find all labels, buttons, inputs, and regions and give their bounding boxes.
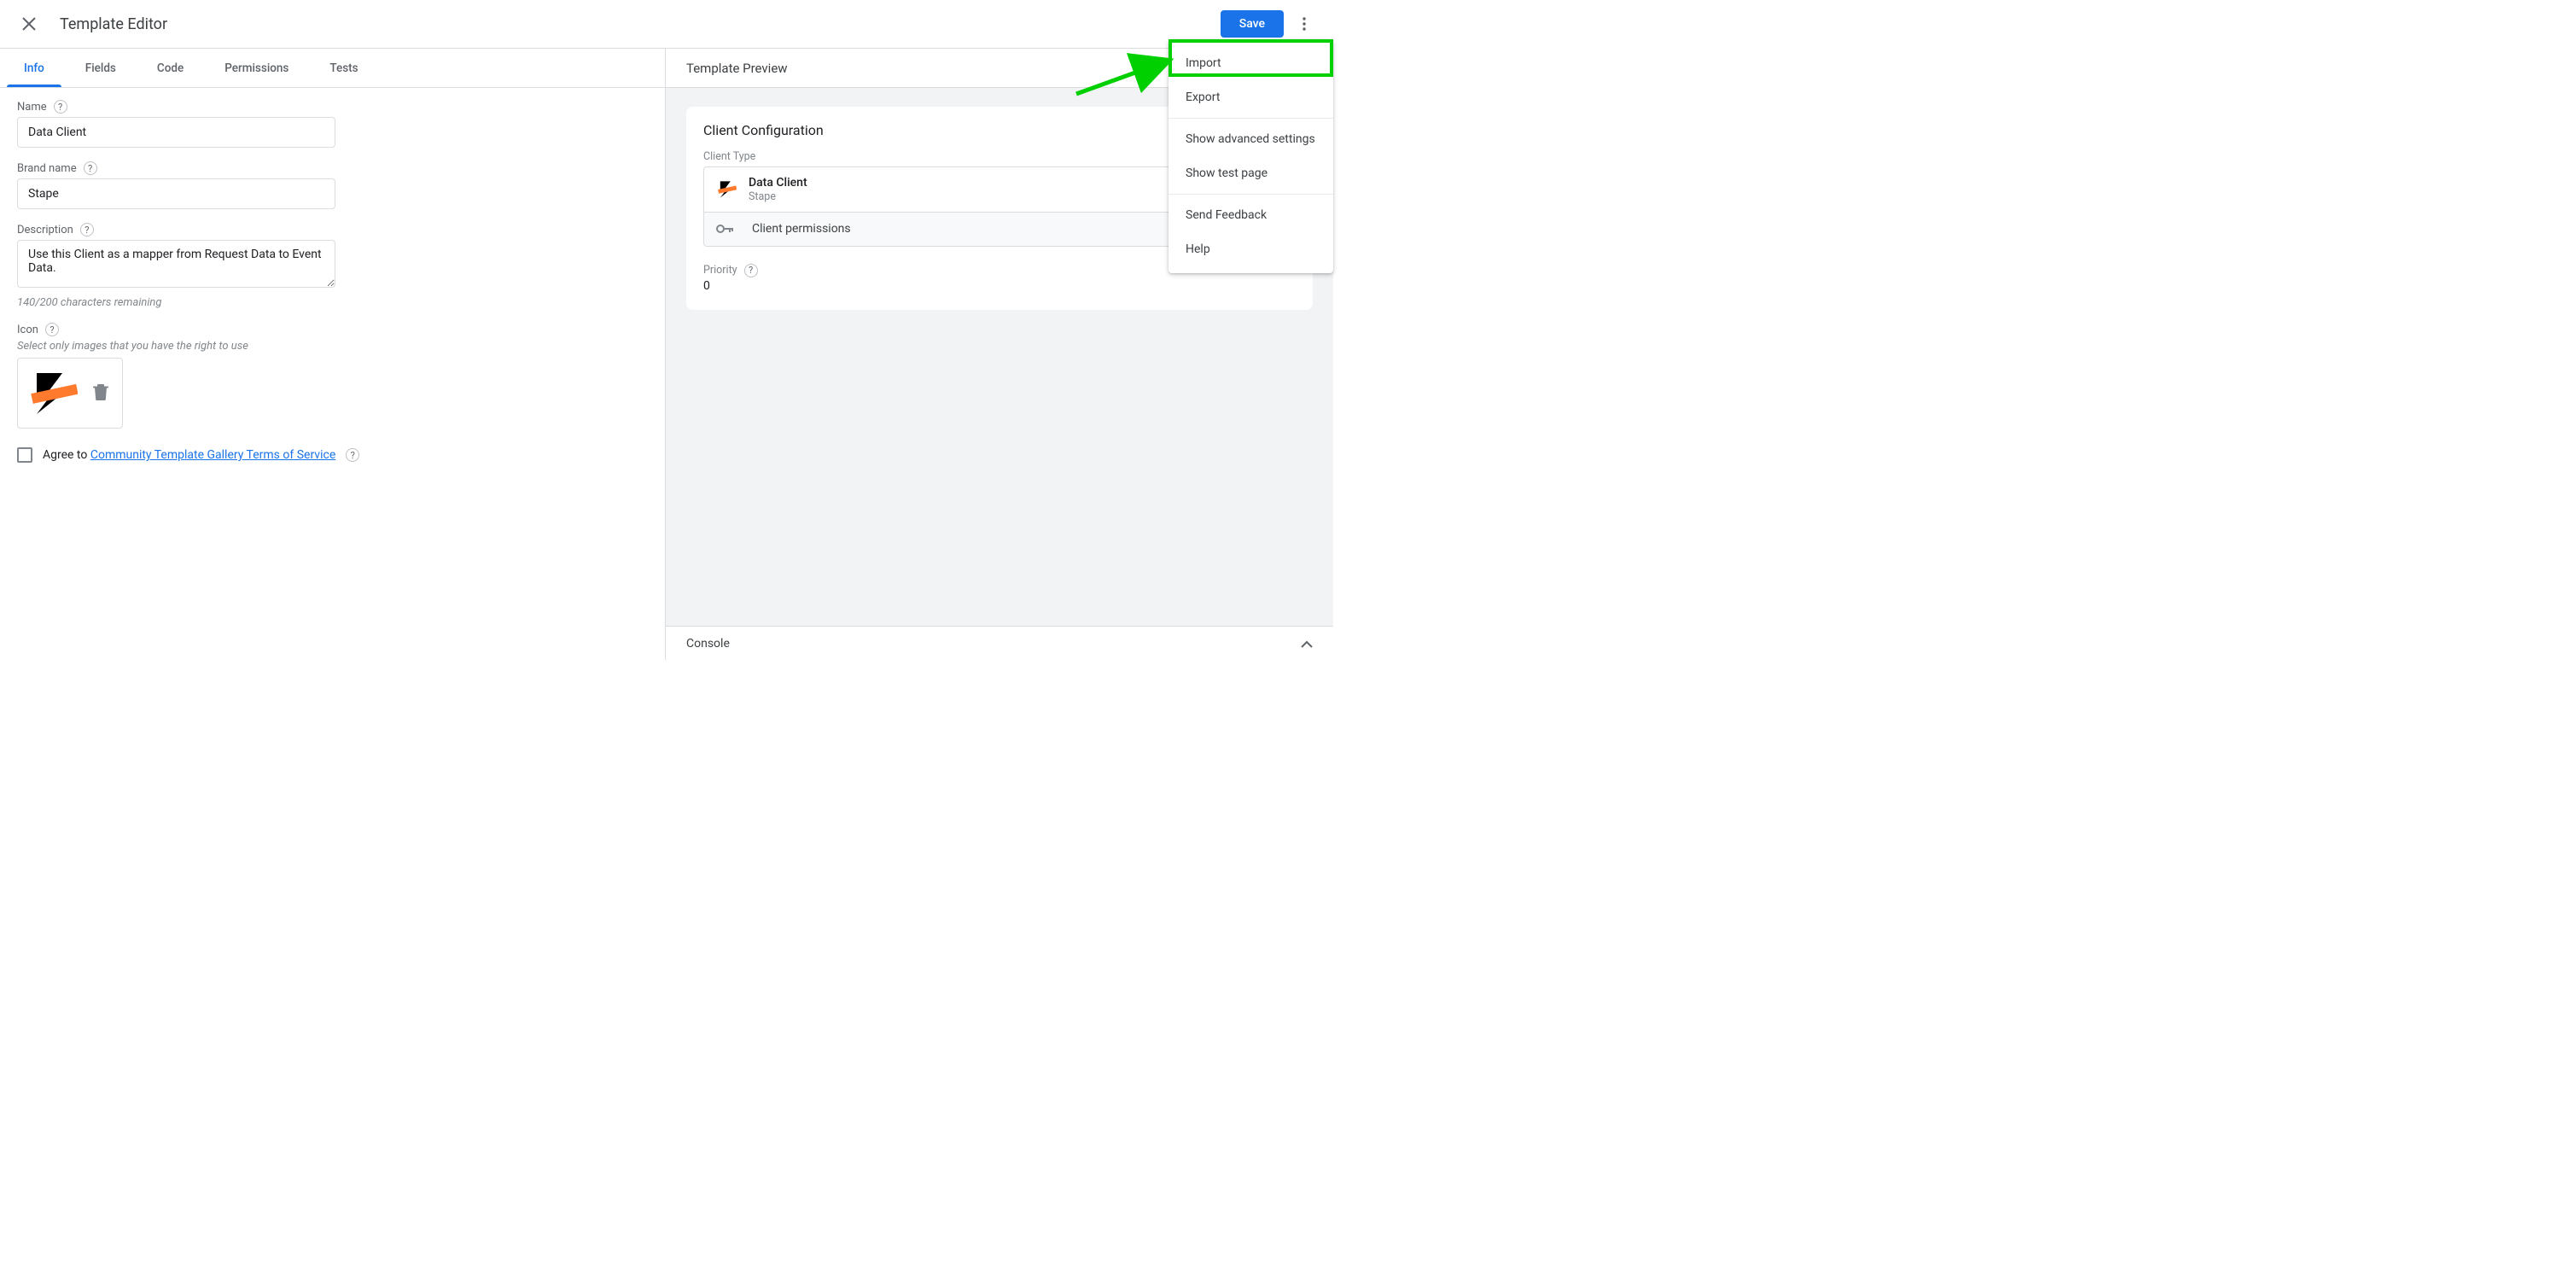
- client-brand: Stape: [749, 190, 807, 203]
- help-icon[interactable]: ?: [45, 323, 59, 336]
- icon-hint: Select only images that you have the rig…: [17, 340, 648, 353]
- char-counter: 140/200 characters remaining: [17, 296, 648, 309]
- menu-divider: [1169, 194, 1333, 195]
- more-icon[interactable]: [1291, 10, 1318, 38]
- menu-testpage[interactable]: Show test page: [1169, 156, 1333, 190]
- console-label: Console: [686, 637, 730, 651]
- help-icon[interactable]: ?: [744, 264, 758, 277]
- template-icon: [26, 368, 78, 419]
- menu-export[interactable]: Export: [1169, 80, 1333, 114]
- overflow-menu: Import Export Show advanced settings Sho…: [1169, 39, 1333, 273]
- description-label: Description: [17, 224, 73, 236]
- help-icon[interactable]: ?: [346, 448, 359, 462]
- help-icon[interactable]: ?: [54, 100, 67, 114]
- key-icon: [716, 221, 733, 237]
- preview-title: Template Preview: [686, 61, 788, 76]
- priority-label: Priority: [703, 264, 737, 277]
- icon-preview-box: [17, 358, 123, 429]
- trash-icon[interactable]: [93, 383, 108, 404]
- save-button[interactable]: Save: [1221, 10, 1284, 38]
- permissions-label: Client permissions: [752, 222, 851, 236]
- agree-checkbox[interactable]: [17, 447, 32, 463]
- tab-bar: Info Fields Code Permissions Tests: [0, 49, 665, 88]
- icon-label: Icon: [17, 324, 38, 336]
- tab-fields[interactable]: Fields: [65, 49, 137, 87]
- agree-text: Agree to Community Template Gallery Term…: [43, 448, 335, 462]
- description-input[interactable]: Use this Client as a mapper from Request…: [17, 240, 335, 288]
- tab-permissions[interactable]: Permissions: [204, 49, 309, 87]
- tab-tests[interactable]: Tests: [309, 49, 378, 87]
- brand-label: Brand name: [17, 162, 77, 175]
- page-title: Template Editor: [60, 15, 167, 33]
- help-icon[interactable]: ?: [84, 161, 97, 175]
- console-bar[interactable]: Console: [666, 626, 1333, 660]
- menu-import[interactable]: Import: [1169, 46, 1333, 80]
- header: Template Editor Save: [0, 0, 1333, 49]
- editor-panel: Info Fields Code Permissions Tests Name …: [0, 49, 666, 660]
- client-name: Data Client: [749, 176, 807, 190]
- tab-code[interactable]: Code: [137, 49, 204, 87]
- name-input[interactable]: [17, 117, 335, 148]
- tab-info[interactable]: Info: [3, 49, 65, 87]
- chevron-up-icon[interactable]: [1301, 635, 1313, 651]
- help-icon[interactable]: ?: [80, 223, 94, 236]
- close-icon[interactable]: [19, 14, 39, 34]
- menu-advanced[interactable]: Show advanced settings: [1169, 122, 1333, 156]
- tos-link[interactable]: Community Template Gallery Terms of Serv…: [90, 448, 335, 462]
- name-label: Name: [17, 101, 47, 114]
- menu-divider: [1169, 118, 1333, 119]
- menu-help[interactable]: Help: [1169, 232, 1333, 266]
- client-icon: [716, 179, 737, 200]
- brand-input[interactable]: [17, 178, 335, 209]
- menu-feedback[interactable]: Send Feedback: [1169, 198, 1333, 232]
- priority-value: 0: [703, 279, 1296, 293]
